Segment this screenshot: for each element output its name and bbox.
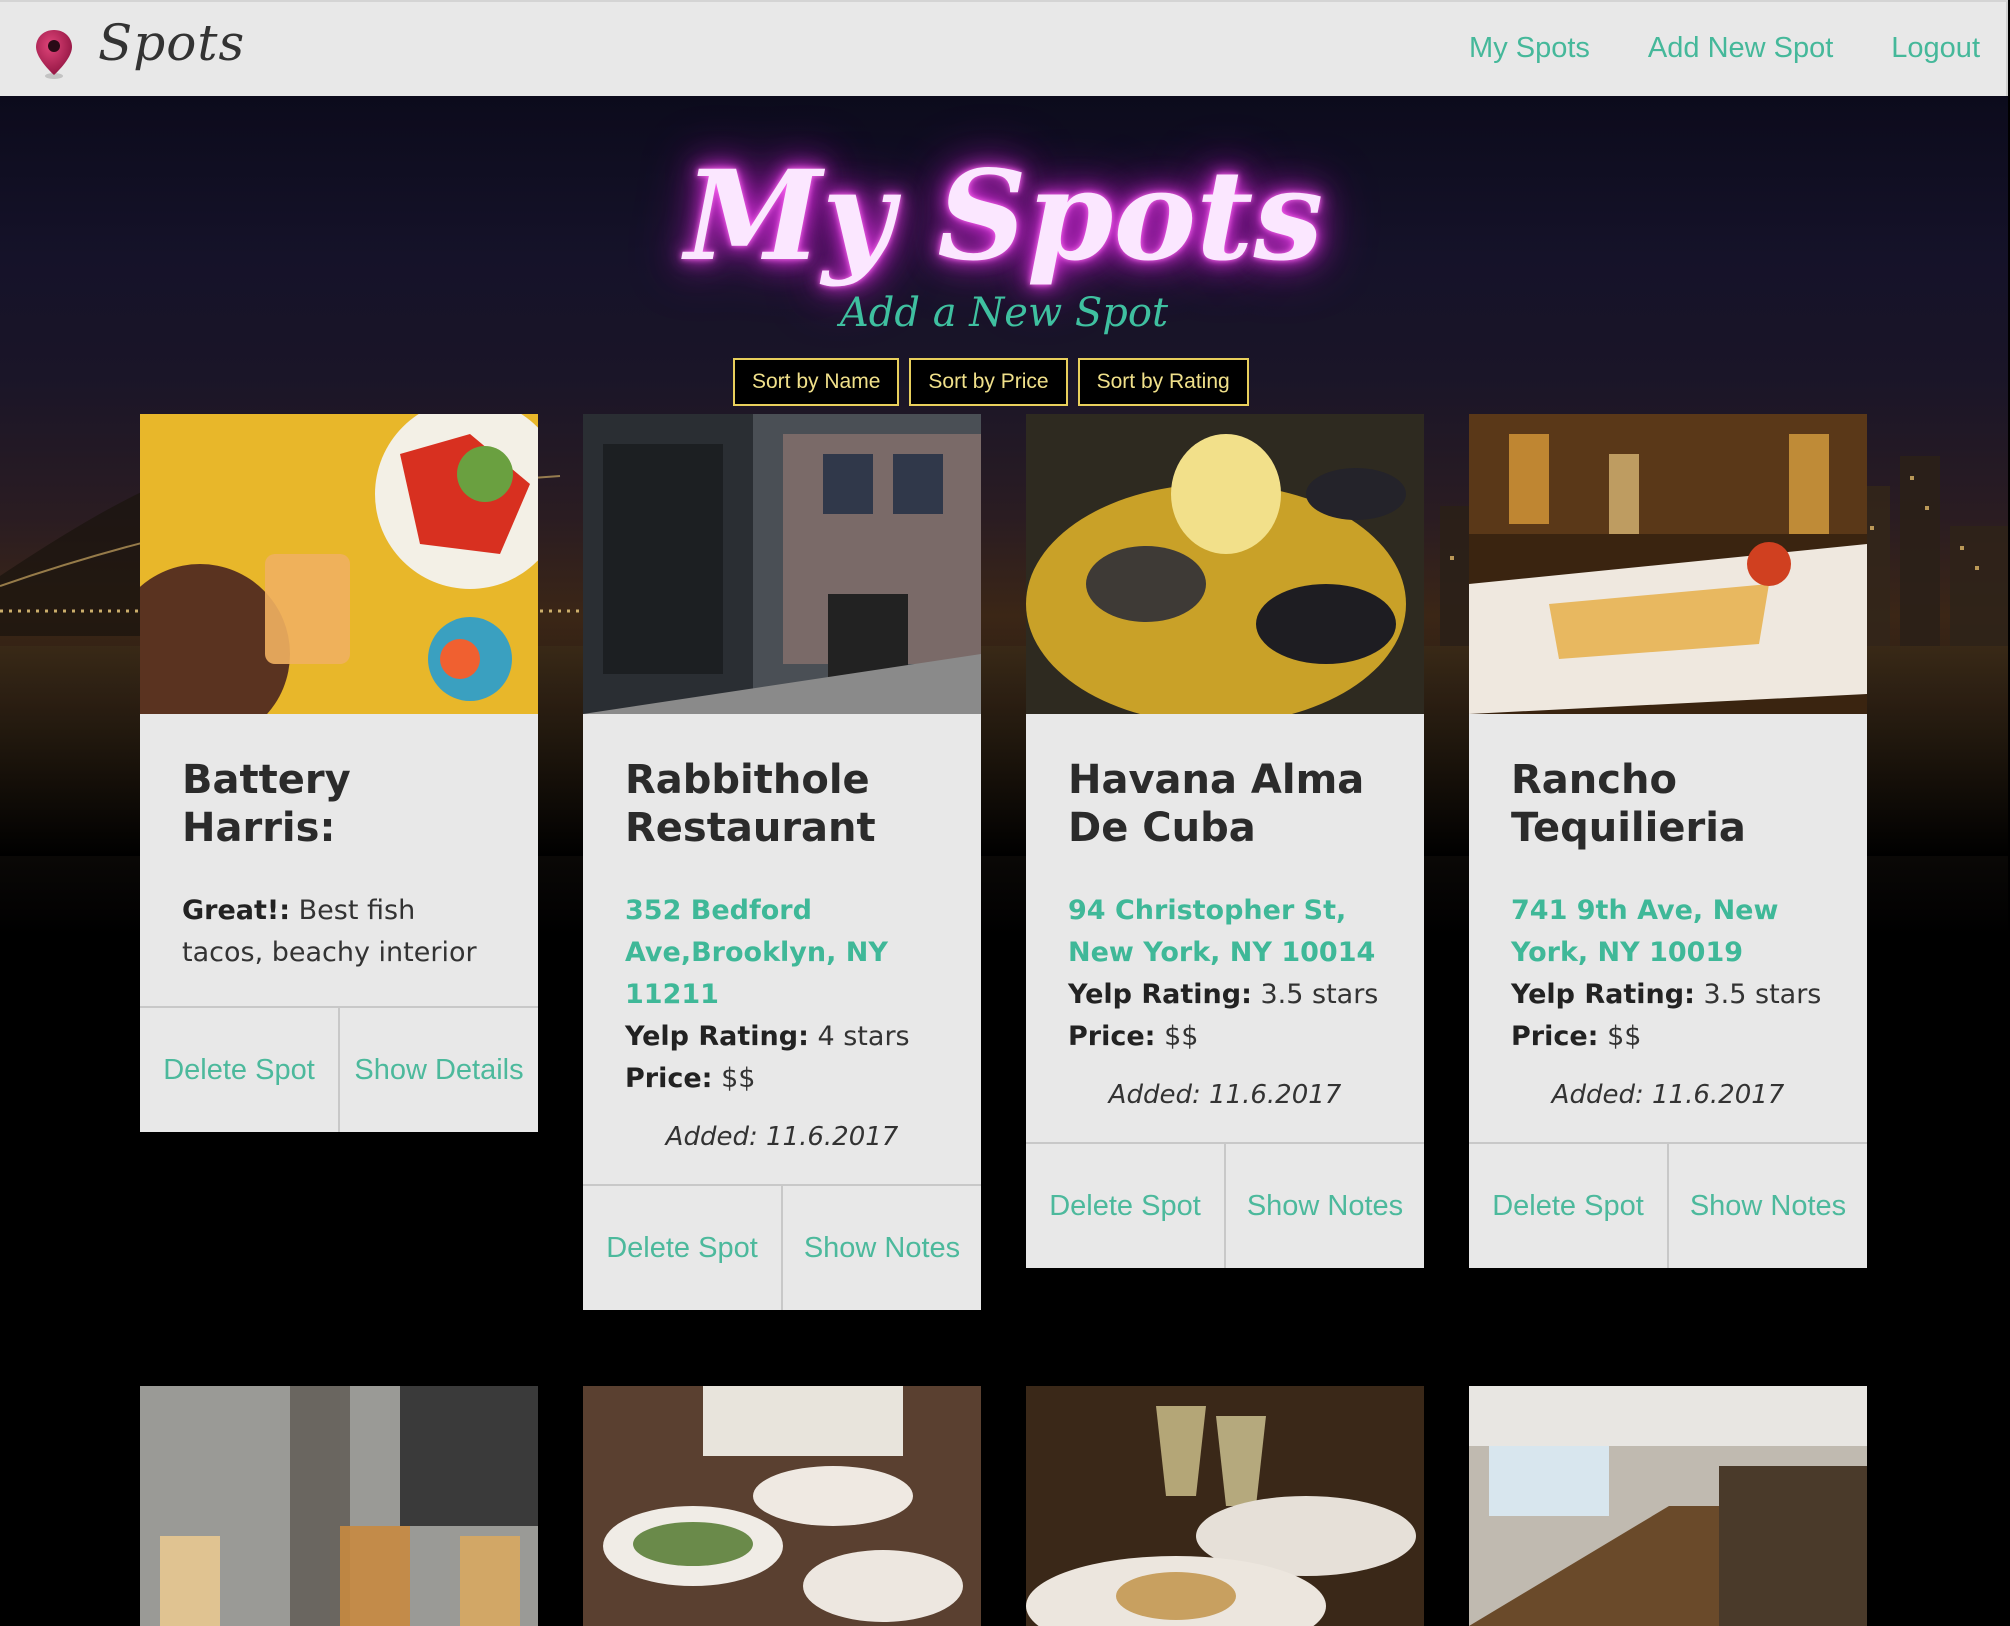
price-value: $$ xyxy=(721,1063,756,1094)
card-actions: Delete Spot Show Notes xyxy=(1469,1142,1867,1268)
price: Price: $$ xyxy=(625,1058,939,1100)
spot-name: Battery Harris: xyxy=(182,757,351,851)
nav-logout[interactable]: Logout xyxy=(1891,32,1980,65)
card-actions: Delete Spot Show Notes xyxy=(1026,1142,1424,1268)
yelp-label: Yelp Rating: xyxy=(625,1021,809,1052)
spot-name: Rabbithole Restaurant xyxy=(625,757,876,851)
added-date: Added: 11.6.2017 xyxy=(1551,1080,1785,1110)
spot-card: Havana Alma De Cuba 94 Christopher St, N… xyxy=(1026,414,1424,1268)
spot-photo xyxy=(583,1386,981,1626)
sort-by-price-button[interactable]: Sort by Price xyxy=(909,358,1068,406)
price-value: $$ xyxy=(1164,1021,1199,1052)
yelp-value: 3.5 stars xyxy=(1703,979,1822,1010)
price: Price: $$ xyxy=(1068,1016,1382,1058)
spot-photo xyxy=(140,1386,538,1626)
yelp-label: Yelp Rating: xyxy=(1511,979,1695,1010)
show-notes-button[interactable]: Show Notes xyxy=(1224,1144,1424,1268)
price-label: Price: xyxy=(1511,1021,1599,1052)
yelp-rating: Yelp Rating: 3.5 stars xyxy=(1068,974,1382,1016)
added-date: Added: 11.6.2017 xyxy=(665,1122,899,1152)
yelp-value: 4 stars xyxy=(817,1021,910,1052)
map-pin-icon[interactable] xyxy=(34,28,74,80)
sort-toolbar: Sort by Name Sort by Price Sort by Ratin… xyxy=(733,358,1249,406)
price-value: $$ xyxy=(1607,1021,1642,1052)
spot-card: Rancho Tequilieria 741 9th Ave, New York… xyxy=(1469,414,1867,1268)
yelp-rating: Yelp Rating: 3.5 stars xyxy=(1511,974,1825,1016)
spot-card: Battery Harris: Great!: Best fish tacos,… xyxy=(140,414,538,1132)
sort-by-rating-button[interactable]: Sort by Rating xyxy=(1077,358,1249,406)
card-actions: Delete Spot Show Notes xyxy=(583,1184,981,1310)
spot-photo xyxy=(583,414,981,714)
brand-logo[interactable]: Spots xyxy=(98,14,245,72)
nav-add-new-spot[interactable]: Add New Spot xyxy=(1648,32,1833,65)
spot-address[interactable]: 352 Bedford Ave,Brooklyn, NY 11211 xyxy=(625,890,939,1016)
spot-photo xyxy=(1469,1386,1867,1626)
spot-address[interactable]: 741 9th Ave, New York, NY 10019 xyxy=(1511,890,1825,974)
note-label: Great!: xyxy=(182,895,291,926)
yelp-label: Yelp Rating: xyxy=(1068,979,1252,1010)
delete-spot-button[interactable]: Delete Spot xyxy=(140,1008,338,1132)
spot-name: Havana Alma De Cuba xyxy=(1068,757,1365,851)
card-actions: Delete Spot Show Details xyxy=(140,1006,538,1132)
nav-links: My Spots Add New Spot Logout xyxy=(1469,32,1980,65)
yelp-rating: Yelp Rating: 4 stars xyxy=(625,1016,939,1058)
spot-photo xyxy=(140,414,538,714)
delete-spot-button[interactable]: Delete Spot xyxy=(583,1186,781,1310)
spot-name: Rancho Tequilieria xyxy=(1511,757,1746,851)
price-label: Price: xyxy=(1068,1021,1156,1052)
spot-photo xyxy=(1026,414,1424,714)
price: Price: $$ xyxy=(1511,1016,1825,1058)
spot-note: Great!: Best fish tacos, beachy interior xyxy=(182,890,496,974)
show-details-button[interactable]: Show Details xyxy=(338,1008,538,1132)
nav-my-spots[interactable]: My Spots xyxy=(1469,32,1590,65)
added-date: Added: 11.6.2017 xyxy=(1108,1080,1342,1110)
spot-address[interactable]: 94 Christopher St, New York, NY 10014 xyxy=(1068,890,1382,974)
spot-card: Rabbithole Restaurant 352 Bedford Ave,Br… xyxy=(583,414,981,1310)
top-navbar: Spots My Spots Add New Spot Logout xyxy=(0,0,2008,96)
delete-spot-button[interactable]: Delete Spot xyxy=(1469,1144,1667,1268)
spot-photo xyxy=(1026,1386,1424,1626)
yelp-value: 3.5 stars xyxy=(1260,979,1379,1010)
sort-by-name-button[interactable]: Sort by Name xyxy=(733,358,900,406)
show-notes-button[interactable]: Show Notes xyxy=(781,1186,981,1310)
show-notes-button[interactable]: Show Notes xyxy=(1667,1144,1867,1268)
price-label: Price: xyxy=(625,1063,713,1094)
delete-spot-button[interactable]: Delete Spot xyxy=(1026,1144,1224,1268)
page-title: My Spots xyxy=(684,144,1324,289)
spot-photo xyxy=(1469,414,1867,714)
add-new-spot-link[interactable]: Add a New Spot xyxy=(0,290,2008,336)
